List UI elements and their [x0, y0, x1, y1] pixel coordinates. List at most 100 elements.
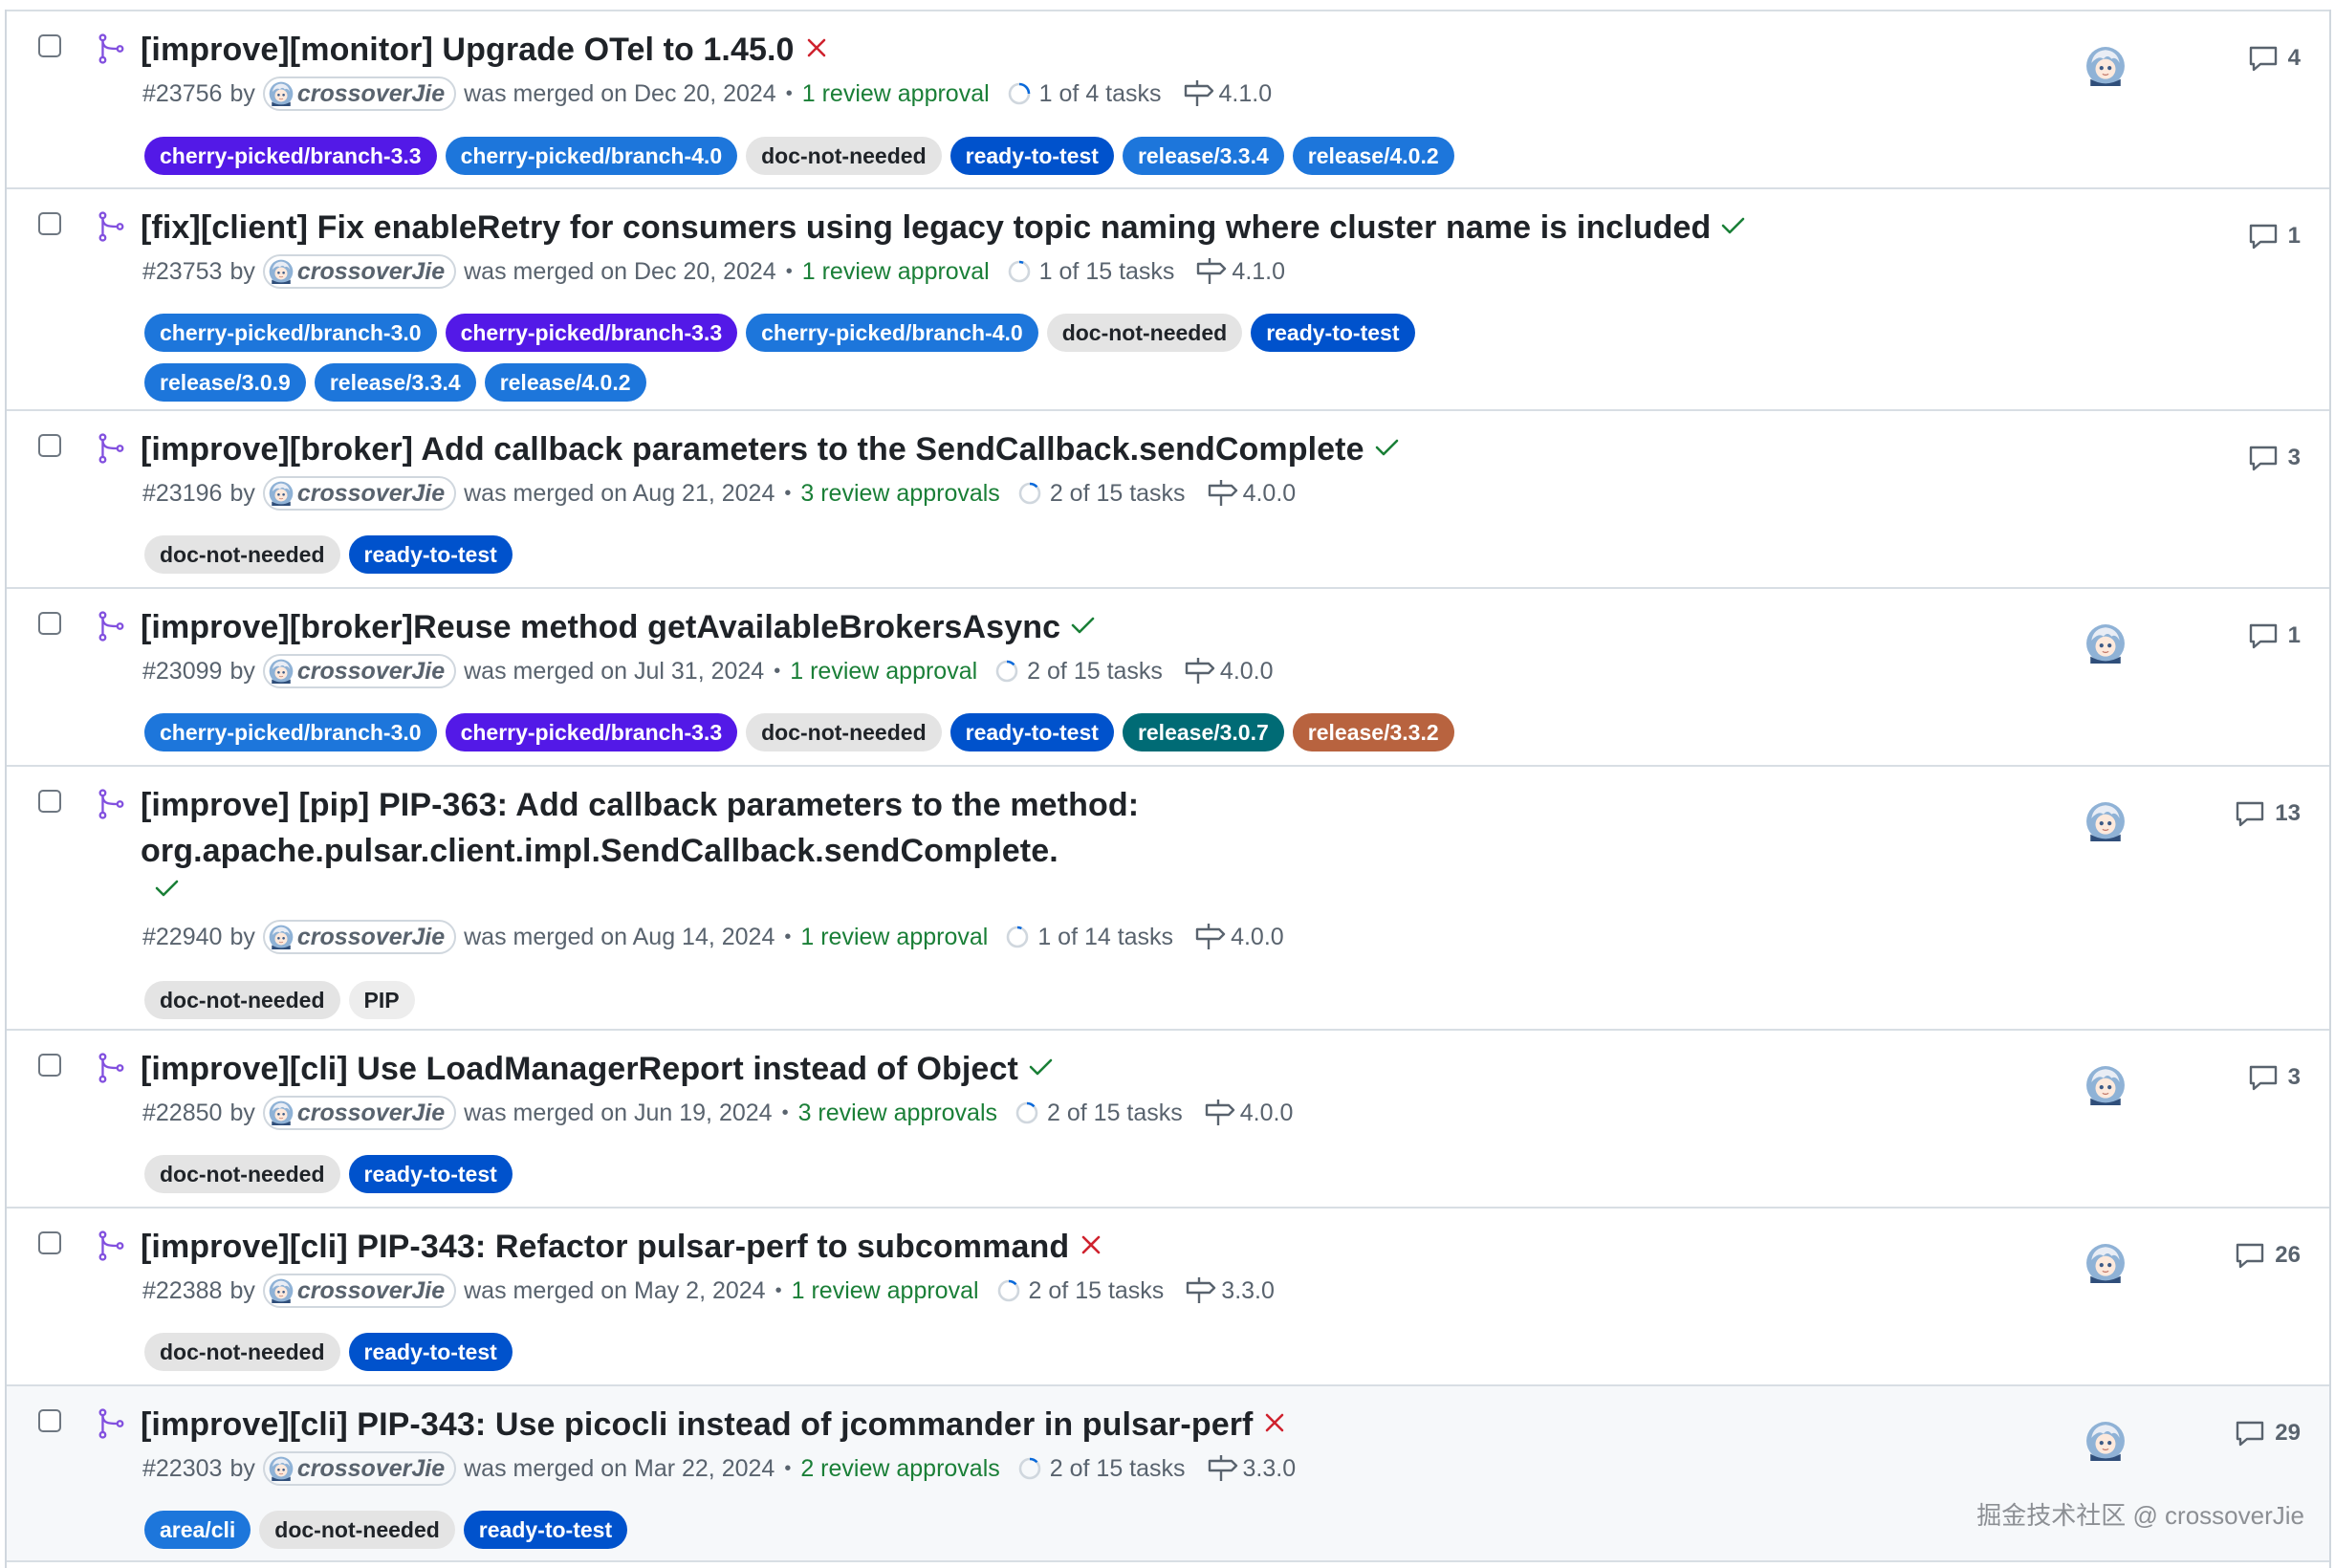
- checks-failed-x-icon[interactable]: [1077, 1230, 1105, 1259]
- author-chip[interactable]: crossoverJie: [262, 254, 457, 289]
- pr-title-link[interactable]: [improve][monitor] Upgrade OTel to 1.45.…: [141, 32, 795, 68]
- pr-title-link[interactable]: [improve][broker] Add callback parameter…: [141, 431, 1364, 468]
- label[interactable]: cherry-picked/branch-3.3: [144, 137, 437, 175]
- review-approvals-link[interactable]: 2 review approvals: [800, 1451, 999, 1486]
- pr-title-link[interactable]: [improve][cli] PIP-343: Refactor pulsar-…: [141, 1229, 1069, 1265]
- pr-title-link[interactable]: [improve] [pip] PIP-363: Add callback pa…: [141, 787, 1139, 869]
- milestone-link[interactable]: 3.3.0: [1221, 1274, 1275, 1308]
- label[interactable]: release/3.3.4: [1122, 137, 1284, 175]
- select-checkbox[interactable]: [38, 1409, 61, 1432]
- author-chip[interactable]: crossoverJie: [262, 1451, 457, 1486]
- label[interactable]: release/4.0.2: [484, 363, 646, 402]
- label[interactable]: doc-not-needed: [746, 137, 942, 175]
- checks-passed-check-icon[interactable]: [1068, 611, 1097, 640]
- select-checkbox[interactable]: [38, 1054, 61, 1077]
- label[interactable]: doc-not-needed: [144, 535, 340, 574]
- assignee-avatar-icon[interactable]: [2085, 1421, 2126, 1461]
- author-chip[interactable]: crossoverJie: [262, 654, 457, 688]
- checks-passed-check-icon[interactable]: [152, 874, 181, 903]
- milestone-link[interactable]: 4.0.0: [1240, 1096, 1294, 1130]
- pull-request-row[interactable]: [improve][monitor] Upgrade OTel to 1.45.…: [7, 10, 2329, 187]
- assignee-avatar-icon[interactable]: [2085, 801, 2126, 841]
- label[interactable]: release/3.3.4: [314, 363, 476, 402]
- label[interactable]: cherry-picked/branch-4.0: [445, 137, 738, 175]
- comments-link[interactable]: 4: [2248, 44, 2301, 73]
- comments-link[interactable]: 29: [2235, 1419, 2301, 1448]
- comments-link[interactable]: 1: [2248, 621, 2301, 650]
- label[interactable]: release/4.0.2: [1292, 137, 1454, 175]
- review-approvals-link[interactable]: 1 review approval: [800, 920, 988, 954]
- author-chip[interactable]: crossoverJie: [262, 476, 457, 511]
- pull-request-row[interactable]: [improve] [pip] PIP-363: Add callback pa…: [7, 765, 2329, 1029]
- select-checkbox[interactable]: [38, 790, 61, 813]
- comments-link[interactable]: 3: [2248, 1063, 2301, 1092]
- select-checkbox[interactable]: [38, 1231, 61, 1254]
- label[interactable]: cherry-picked/branch-3.3: [445, 314, 738, 352]
- label[interactable]: doc-not-needed: [746, 713, 942, 751]
- review-approvals-link[interactable]: 1 review approval: [802, 254, 990, 289]
- label[interactable]: doc-not-needed: [144, 1155, 340, 1193]
- pr-title-link[interactable]: [improve][cli] PIP-343: Use picocli inst…: [141, 1406, 1253, 1443]
- label[interactable]: ready-to-test: [348, 535, 513, 574]
- label[interactable]: cherry-picked/branch-4.0: [746, 314, 1038, 352]
- label[interactable]: area/cli: [144, 1511, 251, 1549]
- pr-title-link[interactable]: [fix][client] Fix enableRetry for consum…: [141, 209, 1711, 246]
- author-chip[interactable]: crossoverJie: [262, 76, 457, 111]
- checks-failed-x-icon[interactable]: [802, 33, 831, 62]
- assignee-avatar-icon[interactable]: [2085, 46, 2126, 86]
- assignee-avatar-icon[interactable]: [2085, 1243, 2126, 1283]
- author-chip[interactable]: crossoverJie: [262, 920, 457, 954]
- comments-link[interactable]: 26: [2235, 1241, 2301, 1270]
- review-approvals-link[interactable]: 1 review approval: [802, 76, 990, 111]
- pull-request-row[interactable]: [improve][cli] Use LoadManagerReport ins…: [7, 1029, 2329, 1207]
- label[interactable]: doc-not-needed: [259, 1511, 455, 1549]
- label[interactable]: ready-to-test: [1251, 314, 1415, 352]
- label[interactable]: cherry-picked/branch-3.0: [144, 713, 437, 751]
- milestone-link[interactable]: 4.0.0: [1231, 920, 1284, 954]
- review-approvals-link[interactable]: 3 review approvals: [800, 476, 999, 511]
- label[interactable]: release/3.3.2: [1292, 713, 1454, 751]
- milestone-link[interactable]: 4.0.0: [1220, 654, 1274, 688]
- pull-request-row[interactable]: [improve][cli] PIP-343: Refactor pulsar-…: [7, 1207, 2329, 1384]
- label[interactable]: release/3.0.7: [1122, 713, 1284, 751]
- label[interactable]: release/3.0.9: [144, 363, 306, 402]
- comments-link[interactable]: 3: [2248, 444, 2301, 472]
- label[interactable]: cherry-picked/branch-3.3: [445, 713, 738, 751]
- label[interactable]: ready-to-test: [949, 137, 1114, 175]
- label[interactable]: PIP: [348, 981, 415, 1019]
- pr-title-link[interactable]: [improve][broker]Reuse method getAvailab…: [141, 609, 1060, 645]
- select-checkbox[interactable]: [38, 212, 61, 235]
- checks-passed-check-icon[interactable]: [1026, 1053, 1055, 1081]
- label[interactable]: ready-to-test: [463, 1511, 628, 1549]
- milestone-link[interactable]: 4.1.0: [1219, 76, 1273, 111]
- label[interactable]: doc-not-needed: [1046, 314, 1243, 352]
- review-approvals-link[interactable]: 3 review approvals: [798, 1096, 997, 1130]
- milestone-link[interactable]: 4.0.0: [1243, 476, 1297, 511]
- checks-passed-check-icon[interactable]: [1372, 433, 1401, 462]
- comments-link[interactable]: 13: [2235, 799, 2301, 828]
- author-chip[interactable]: crossoverJie: [262, 1096, 457, 1130]
- author-chip[interactable]: crossoverJie: [262, 1274, 457, 1308]
- select-checkbox[interactable]: [38, 34, 61, 57]
- label[interactable]: ready-to-test: [348, 1155, 513, 1193]
- checks-passed-check-icon[interactable]: [1718, 211, 1747, 240]
- pull-request-row[interactable]: [improve][broker] Add callback parameter…: [7, 409, 2329, 587]
- select-checkbox[interactable]: [38, 434, 61, 457]
- pr-title-link[interactable]: [improve][cli] Use LoadManagerReport ins…: [141, 1051, 1018, 1087]
- assignee-avatar-icon[interactable]: [2085, 1065, 2126, 1105]
- label[interactable]: doc-not-needed: [144, 981, 340, 1019]
- pull-request-row[interactable]: [fix][client] Fix enableRetry for consum…: [7, 187, 2329, 409]
- label[interactable]: ready-to-test: [348, 1333, 513, 1371]
- milestone-link[interactable]: 4.1.0: [1232, 254, 1285, 289]
- review-approvals-link[interactable]: 1 review approval: [790, 654, 977, 688]
- assignee-avatar-icon[interactable]: [2085, 623, 2126, 664]
- review-approvals-link[interactable]: 1 review approval: [792, 1274, 979, 1308]
- select-checkbox[interactable]: [38, 612, 61, 635]
- pull-request-row[interactable]: [improve][cli] PIP-343: Use picocli inst…: [7, 1384, 2329, 1562]
- checks-failed-x-icon[interactable]: [1260, 1408, 1289, 1437]
- comments-link[interactable]: 1: [2248, 222, 2301, 250]
- label[interactable]: ready-to-test: [949, 713, 1114, 751]
- pull-request-row[interactable]: [improve][broker]Reuse method getAvailab…: [7, 587, 2329, 765]
- label[interactable]: cherry-picked/branch-3.0: [144, 314, 437, 352]
- milestone-link[interactable]: 3.3.0: [1243, 1451, 1297, 1486]
